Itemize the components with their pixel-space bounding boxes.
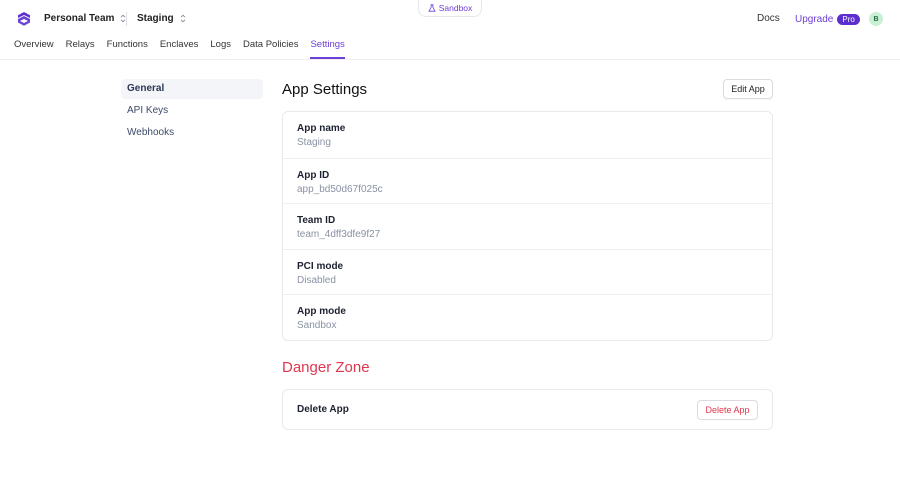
chevron-up-down-icon (180, 14, 185, 23)
danger-zone-card: Delete App Delete App (282, 389, 773, 430)
app-settings-card: App name Staging App ID app_bd50d67f025c… (282, 111, 773, 341)
upgrade-link[interactable]: Upgrade Pro (795, 12, 860, 26)
tab-relays[interactable]: Relays (66, 37, 95, 59)
team-switcher[interactable]: Personal Team (44, 13, 126, 24)
setting-value: Staging (297, 137, 331, 148)
environment-badge: Sandbox (418, 0, 482, 17)
setting-value: app_bd50d67f025c (297, 183, 383, 195)
settings-sidebar: General API Keys Webhooks (121, 79, 263, 145)
tab-settings[interactable]: Settings (310, 37, 346, 59)
setting-label: App name (297, 123, 346, 134)
tab-logs[interactable]: Logs (210, 37, 231, 59)
app-switcher[interactable]: Staging (137, 13, 186, 24)
app-name: Staging (137, 13, 174, 24)
app-logo-icon[interactable] (16, 11, 32, 27)
plan-badge: Pro (837, 13, 860, 25)
setting-label: App mode (297, 306, 346, 318)
tab-functions[interactable]: Functions (107, 37, 148, 59)
page-title: App Settings (282, 81, 368, 98)
tab-enclaves[interactable]: Enclaves (160, 37, 199, 59)
setting-value: Sandbox (297, 320, 337, 332)
header-divider (126, 12, 127, 26)
danger-zone-title: Danger Zone (282, 359, 370, 376)
tab-data-policies[interactable]: Data Policies (243, 37, 298, 59)
team-name: Personal Team (44, 13, 115, 24)
setting-row-team-id: Team ID team_4dff3dfe9f27 (283, 203, 772, 249)
sidebar-item-general[interactable]: General (121, 79, 263, 99)
setting-label: PCI mode (297, 260, 344, 272)
setting-row-app-id: App ID app_bd50d67f025c (283, 157, 772, 204)
setting-row-pci-mode: PCI mode Disabled (283, 248, 772, 295)
setting-label: App ID (297, 169, 330, 181)
setting-value: team_4dff3dfe9f27 (297, 229, 381, 241)
docs-link[interactable]: Docs (757, 13, 780, 24)
delete-app-button[interactable]: Delete App (697, 400, 758, 420)
main-nav: Overview Relays Functions Enclaves Logs … (14, 37, 346, 59)
sidebar-item-webhooks[interactable]: Webhooks (121, 123, 263, 143)
setting-row-app-mode: App mode Sandbox (283, 294, 772, 340)
setting-row-app-name: App name Staging (283, 112, 772, 158)
top-bar: Personal Team Staging Sandbox Docs Upgra… (0, 0, 900, 60)
sidebar-item-api-keys[interactable]: API Keys (121, 101, 263, 121)
delete-app-label: Delete App (297, 404, 349, 415)
environment-label: Sandbox (438, 3, 473, 13)
setting-value: Disabled (297, 274, 336, 286)
setting-label: Team ID (297, 215, 336, 227)
sandbox-icon (428, 4, 436, 12)
avatar[interactable]: B (869, 12, 883, 26)
tab-overview[interactable]: Overview (14, 37, 54, 59)
edit-app-button[interactable]: Edit App (723, 79, 773, 99)
upgrade-label: Upgrade (795, 13, 834, 25)
